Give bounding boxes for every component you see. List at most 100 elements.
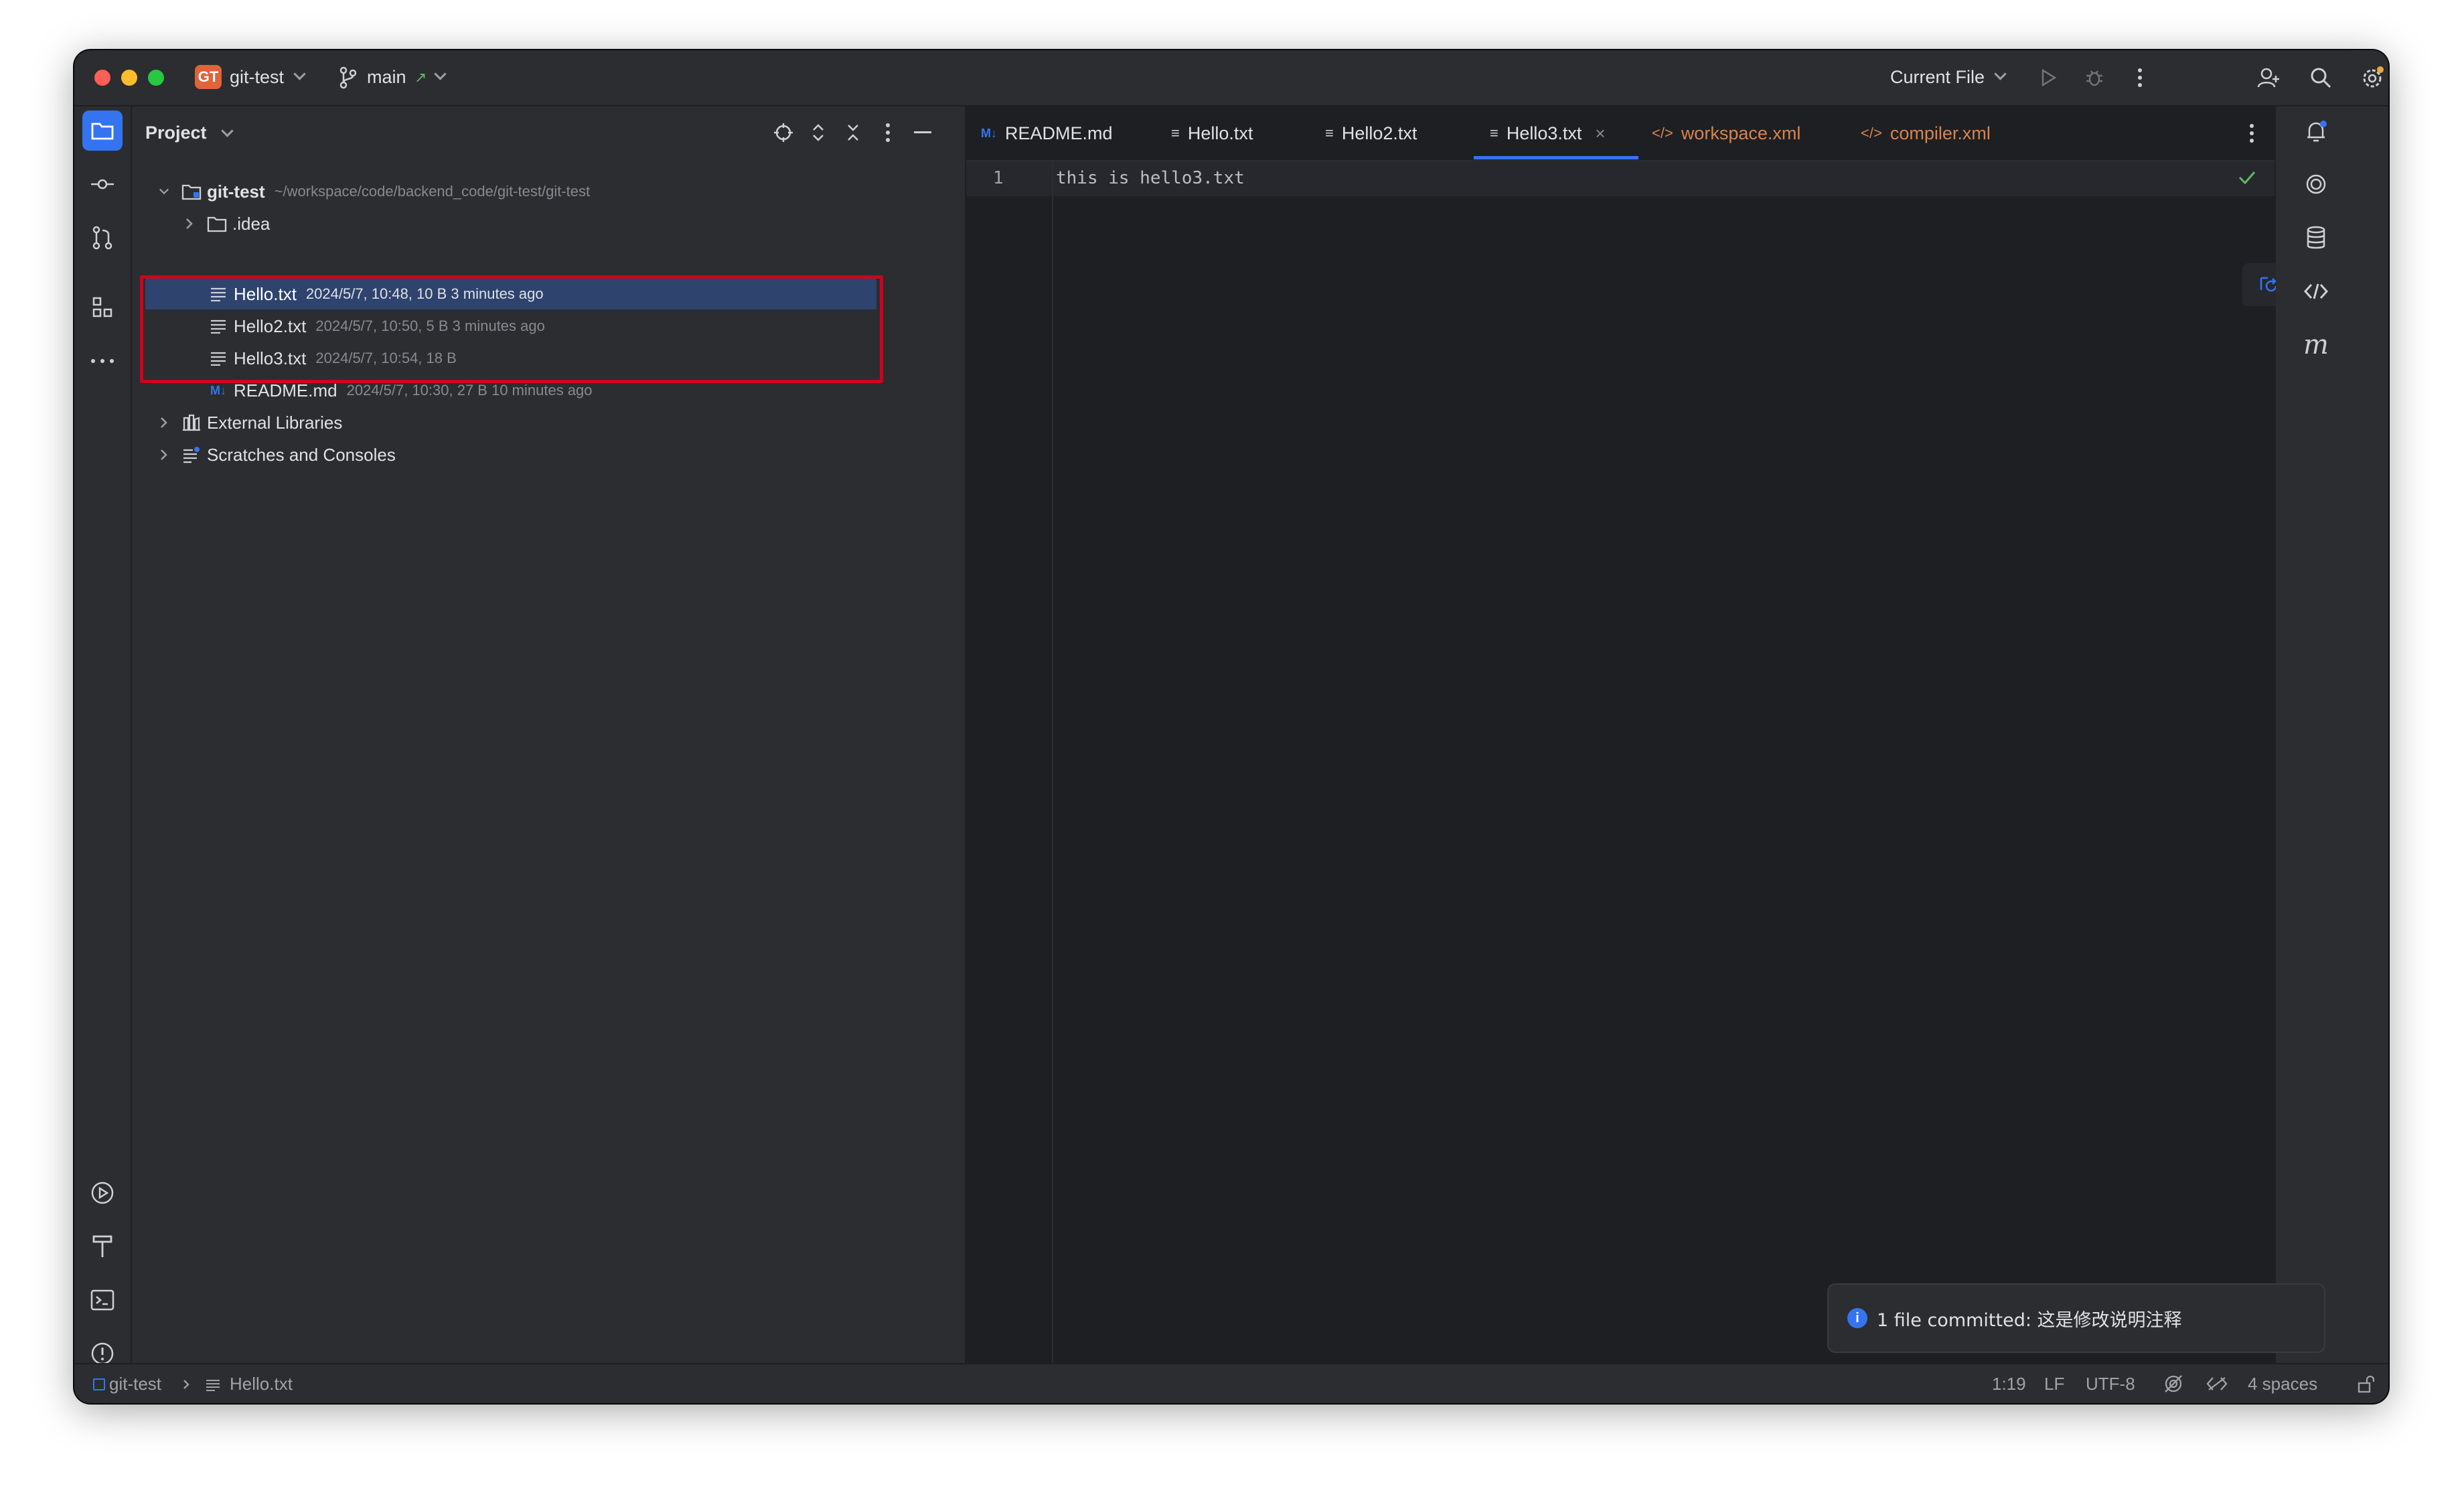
chevron-down-icon[interactable] <box>221 125 234 139</box>
project-badge[interactable]: GT <box>195 65 222 89</box>
code-with-me-icon[interactable] <box>2296 271 2336 311</box>
locate-file-icon[interactable] <box>769 119 797 147</box>
build-hammer-icon[interactable] <box>82 1226 123 1267</box>
tree-node-external-libraries[interactable]: External Libraries <box>159 407 342 438</box>
outgoing-commits-icon: ↗ <box>414 69 427 86</box>
tab-hello3[interactable]: ≡ Hello3.txt × <box>1490 106 1606 160</box>
terminal-icon[interactable] <box>82 1280 123 1320</box>
left-tool-strip <box>74 106 132 1403</box>
ai-assistant-icon[interactable] <box>2296 164 2336 204</box>
pull-requests-icon[interactable] <box>82 218 123 258</box>
module-icon <box>93 1378 105 1390</box>
project-switcher[interactable]: git-test <box>230 67 284 88</box>
collapse-all-icon[interactable] <box>839 119 867 147</box>
branch-switcher[interactable]: main <box>367 67 406 88</box>
settings-gear-icon[interactable] <box>2359 64 2387 92</box>
expand-all-icon[interactable] <box>804 119 832 147</box>
tree-label: git-test <box>207 181 265 202</box>
tab-label: Hello2.txt <box>1341 123 1417 143</box>
commit-icon[interactable] <box>82 164 123 204</box>
collapsed-arrow-icon[interactable] <box>184 218 195 229</box>
tab-label: workspace.xml <box>1681 123 1801 143</box>
chevron-down-icon[interactable] <box>293 68 306 82</box>
search-icon[interactable] <box>2307 64 2335 92</box>
text-file-icon: ≡ <box>1490 125 1498 141</box>
debug-icon[interactable] <box>2080 64 2108 92</box>
database-icon[interactable] <box>2296 218 2336 258</box>
tab-options-icon[interactable] <box>2238 120 2265 147</box>
tree-node-idea[interactable]: .idea <box>184 208 270 239</box>
project-panel-header: Project <box>132 106 965 160</box>
scratches-icon <box>181 445 202 465</box>
chevron-down-icon[interactable] <box>434 68 447 82</box>
breadcrumb-project[interactable]: git-test <box>109 1374 161 1394</box>
no-problems-check-icon[interactable] <box>2238 168 2256 190</box>
tab-workspace-xml[interactable]: </> workspace.xml <box>1652 106 1800 160</box>
unlock-icon[interactable] <box>2358 1375 2375 1397</box>
more-actions-icon[interactable] <box>2126 64 2154 92</box>
info-icon: i <box>1847 1308 1867 1328</box>
close-window-button[interactable] <box>94 70 110 86</box>
ide-window: GT git-test main ↗ Current File Project … <box>74 50 2388 1403</box>
project-view-selector[interactable]: Project <box>145 123 207 143</box>
chevron-down-icon[interactable] <box>1994 68 2007 82</box>
expanded-arrow-icon[interactable] <box>159 186 169 197</box>
library-icon <box>181 413 202 433</box>
run-icon[interactable] <box>2035 64 2063 92</box>
tab-hello2[interactable]: ≡ Hello2.txt <box>1325 106 1417 160</box>
folder-icon <box>207 214 227 234</box>
notification-message: 1 file committed: 这是修改说明注释 <box>1877 1309 2182 1331</box>
tab-label: README.md <box>1005 123 1113 143</box>
maven-icon[interactable]: m <box>2296 325 2336 365</box>
code-with-me-status-icon[interactable] <box>2206 1375 2228 1396</box>
line-separator[interactable]: LF <box>2044 1374 2064 1394</box>
tree-label: Scratches and Consoles <box>207 444 396 465</box>
file-encoding[interactable]: UTF-8 <box>2086 1374 2135 1394</box>
active-tab-indicator <box>1474 156 1638 159</box>
options-menu-icon[interactable] <box>874 119 902 147</box>
tree-node-root[interactable]: git-test ~/workspace/code/backend_code/g… <box>159 176 590 207</box>
tree-path: ~/workspace/code/backend_code/git-test/g… <box>274 183 591 200</box>
text-file-icon: ≡ <box>1171 125 1180 141</box>
collapsed-arrow-icon[interactable] <box>159 417 169 428</box>
indent-setting[interactable]: 4 spaces <box>2248 1374 2317 1394</box>
code-line[interactable]: this is hello3.txt <box>1056 168 1245 188</box>
tree-meta: 2024/5/7, 10:30, 27 B 10 minutes ago <box>346 382 593 399</box>
markdown-file-icon: M↓ <box>981 126 997 140</box>
add-user-icon[interactable] <box>2254 64 2283 92</box>
tree-node-scratches[interactable]: Scratches and Consoles <box>159 439 396 470</box>
gutter-divider <box>1052 161 1053 1363</box>
markdown-file-icon: M↓ <box>210 383 226 397</box>
tab-compiler-xml[interactable]: </> compiler.xml <box>1861 106 1991 160</box>
structure-icon[interactable] <box>82 287 123 328</box>
tab-label: Hello.txt <box>1187 123 1253 143</box>
tree-label: External Libraries <box>207 412 343 433</box>
close-tab-icon[interactable]: × <box>1595 123 1605 144</box>
tab-hello[interactable]: ≡ Hello.txt <box>1171 106 1253 160</box>
notifications-bell-icon[interactable] <box>2296 112 2336 152</box>
tab-label: Hello3.txt <box>1506 123 1582 143</box>
highlight-annotation-box <box>140 275 883 383</box>
collapsed-arrow-icon[interactable] <box>159 449 169 460</box>
title-bar: GT git-test main ↗ Current File <box>74 50 2388 106</box>
xml-file-icon: </> <box>1652 125 1673 141</box>
run-config-selector[interactable]: Current File <box>1890 67 1985 88</box>
caret-position[interactable]: 1:19 <box>1992 1374 2026 1394</box>
line-number: 1 <box>993 168 1004 188</box>
hide-panel-icon[interactable] <box>909 119 937 147</box>
breadcrumb-file[interactable]: Hello.txt <box>230 1374 293 1394</box>
right-tool-strip: m <box>2276 106 2388 1363</box>
text-file-icon <box>206 1379 220 1394</box>
tree-label: .idea <box>232 213 271 234</box>
code-editor[interactable]: 1 this is hello3.txt × <box>966 161 2328 1363</box>
run-services-icon[interactable] <box>82 1173 123 1213</box>
zoom-window-button[interactable] <box>148 70 164 86</box>
project-tool-window: Project git-test ~/workspace/code/backen… <box>132 106 966 1363</box>
editor-tab-bar: M↓ README.md ≡ Hello.txt ≡ Hello2.txt ≡ … <box>966 106 2275 161</box>
tab-readme[interactable]: M↓ README.md <box>981 106 1113 160</box>
more-tools-icon[interactable] <box>82 341 123 381</box>
ai-disabled-icon[interactable] <box>2163 1374 2183 1397</box>
minimize-window-button[interactable] <box>121 70 137 86</box>
commit-notification[interactable]: i 1 file committed: 这是修改说明注释 <box>1827 1283 2325 1353</box>
project-folder-icon[interactable] <box>82 111 123 151</box>
